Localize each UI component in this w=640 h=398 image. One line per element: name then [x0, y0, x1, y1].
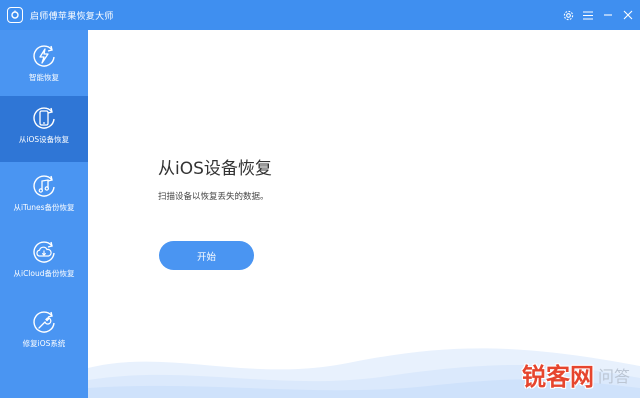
main-panel: 从iOS设备恢复 扫描设备以恢复丢失的数据。 开始 [88, 30, 640, 398]
page-description: 扫描设备以恢复丢失的数据。 [158, 192, 269, 202]
music-recover-icon [33, 175, 55, 197]
sidebar-item-label: 从iOS设备恢复 [18, 135, 70, 144]
window-title: 启师傅苹果恢复大师 [30, 11, 114, 22]
sidebar-item-ios-device-recovery[interactable]: 从iOS设备恢复 [0, 96, 88, 162]
settings-icon[interactable] [562, 9, 574, 21]
title-bar: 启师傅苹果恢复大师 [0, 0, 640, 30]
watermark: 锐客网 问答 [522, 357, 630, 392]
app-logo-icon [7, 7, 23, 23]
sidebar-item-label: 从iCloud备份恢复 [13, 269, 75, 278]
watermark-sub: 问答 [597, 366, 630, 386]
phone-recover-icon [33, 107, 55, 129]
sidebar-item-icloud-backup-recovery[interactable]: 从iCloud备份恢复 [0, 230, 88, 296]
wrench-icon [33, 311, 55, 333]
sidebar: 智能恢复 从iOS设备恢复 从iTunes备份恢复 从iCloud备份恢复 修复… [0, 30, 88, 398]
sidebar-item-itunes-backup-recovery[interactable]: 从iTunes备份恢复 [0, 164, 88, 230]
flash-recover-icon [33, 45, 55, 67]
sidebar-item-label: 修复iOS系统 [22, 339, 66, 348]
window-controls [562, 0, 634, 30]
close-icon[interactable] [622, 9, 634, 21]
minimize-icon[interactable] [602, 9, 614, 21]
sidebar-item-repair-ios[interactable]: 修复iOS系统 [0, 300, 88, 366]
sidebar-item-smart-recovery[interactable]: 智能恢复 [0, 34, 88, 100]
start-button[interactable]: 开始 [159, 241, 254, 270]
cloud-recover-icon [33, 241, 55, 263]
sidebar-item-label: 从iTunes备份恢复 [13, 203, 75, 212]
sidebar-item-label: 智能恢复 [29, 73, 59, 82]
page-title: 从iOS设备恢复 [158, 159, 272, 179]
watermark-brand: 锐客网 [521, 363, 594, 391]
menu-icon[interactable] [582, 9, 594, 21]
